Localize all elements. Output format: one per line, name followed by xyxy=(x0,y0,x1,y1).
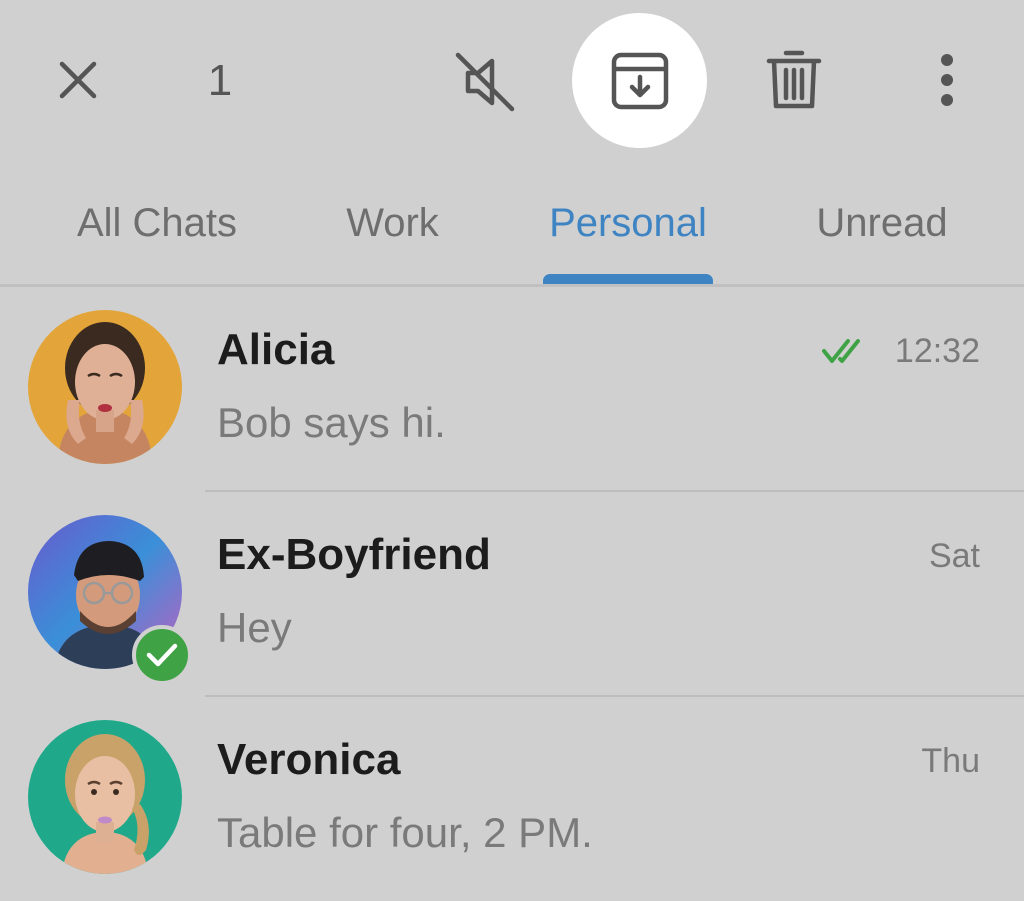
more-vertical-icon xyxy=(941,54,953,106)
chat-name: Ex-Boyfriend xyxy=(217,530,491,579)
checkmark-icon xyxy=(146,643,178,667)
trash-icon xyxy=(766,50,822,109)
avatar xyxy=(28,310,182,464)
chat-name: Veronica xyxy=(217,735,401,784)
tab-personal[interactable]: Personal xyxy=(530,195,726,251)
selected-count: 1 xyxy=(207,56,233,105)
mute-icon xyxy=(455,52,515,112)
tab-work[interactable]: Work xyxy=(330,195,455,251)
delete-button[interactable] xyxy=(752,38,836,122)
chat-preview: Table for four, 2 PM. xyxy=(217,809,593,856)
chat-time: 12:32 xyxy=(894,332,980,370)
chat-name: Alicia xyxy=(217,325,335,374)
selection-toolbar: 1 xyxy=(0,0,1024,165)
selected-check-badge xyxy=(132,625,192,685)
chat-row-alicia[interactable]: Alicia 12:32 Bob says hi. xyxy=(0,287,1024,492)
tab-all-chats[interactable]: All Chats xyxy=(60,195,254,251)
chat-preview: Hey xyxy=(217,604,292,651)
chat-time: Thu xyxy=(921,742,980,780)
archive-icon xyxy=(611,52,668,109)
archive-button[interactable] xyxy=(572,13,707,148)
close-selection-button[interactable] xyxy=(40,42,116,118)
chat-time: Sat xyxy=(928,537,980,575)
folder-tabs: All Chats Work Personal Unread xyxy=(0,165,1024,286)
chat-row-veronica[interactable]: Veronica Thu Table for four, 2 PM. xyxy=(0,697,1024,901)
chat-list: Alicia 12:32 Bob says hi. Ex-Boyfriend S… xyxy=(0,287,1024,901)
mute-button[interactable] xyxy=(440,40,530,124)
chat-app: 1 All Chats Work Personal Unread Alicia … xyxy=(0,0,1024,901)
close-icon xyxy=(59,61,97,99)
tab-unread[interactable]: Unread xyxy=(800,195,964,251)
avatar xyxy=(28,720,182,874)
chat-preview: Bob says hi. xyxy=(217,399,446,446)
double-check-icon xyxy=(822,339,860,363)
more-options-button[interactable] xyxy=(912,38,982,122)
